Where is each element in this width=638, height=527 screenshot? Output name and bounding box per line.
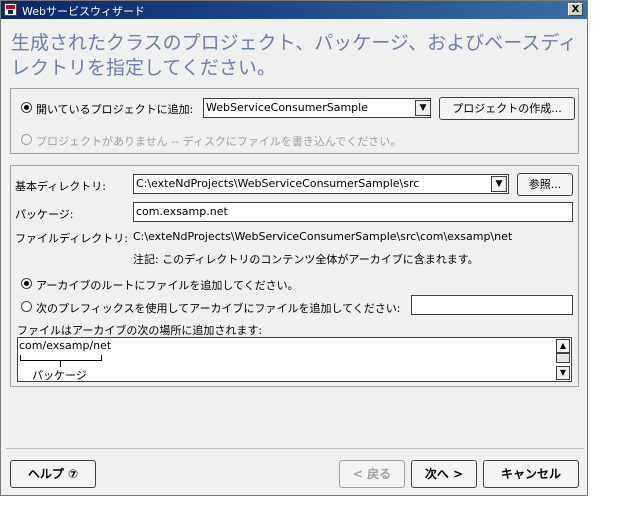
path-bracket: [20, 355, 102, 361]
no-project-radio: [21, 134, 32, 145]
add-open-project-label: 開いているプロジェクトに追加:: [36, 103, 194, 116]
project-dropdown-value: WebServiceConsumerSample: [206, 101, 368, 114]
scroll-thumb[interactable]: [556, 353, 570, 363]
scroll-up-icon[interactable]: ▲: [556, 339, 570, 353]
location-label: ファイルはアーカイブの次の場所に追加されます:: [17, 324, 263, 337]
file-dir-value: C:\exteNdProjects\WebServiceConsumerSamp…: [133, 230, 513, 243]
prefix-label: 次のプレフィックスを使用してアーカイブにファイルを追加してください:: [36, 302, 401, 315]
browse-button[interactable]: 参照...: [517, 173, 573, 196]
package-label: パッケージ:: [15, 208, 74, 221]
title-bar[interactable]: Webサービスウィザード X: [1, 1, 587, 19]
footer-divider: [6, 448, 584, 449]
package-value: com.exsamp.net: [136, 205, 228, 218]
create-project-button[interactable]: プロジェクトの作成...: [439, 97, 575, 120]
base-dir-label: 基本ディレクトリ:: [15, 180, 106, 193]
next-button[interactable]: 次へ >: [411, 460, 477, 488]
project-group: 開いているプロジェクトに追加: WebServiceConsumerSample…: [10, 88, 579, 154]
preview-scrollbar[interactable]: ▲ ▼: [556, 339, 570, 380]
preview-path: com/exsamp/net: [19, 339, 112, 352]
back-button: < 戻る: [339, 460, 405, 488]
base-dir-value: C:\exteNdProjects\WebServiceConsumerSamp…: [136, 177, 420, 190]
prefix-input[interactable]: [411, 295, 573, 315]
base-dir-dropdown[interactable]: C:\exteNdProjects\WebServiceConsumerSamp…: [133, 174, 509, 194]
scroll-down-icon[interactable]: ▼: [556, 366, 570, 380]
no-project-label: プロジェクトがありません -- ディスクにファイルを書き込んでください。: [36, 135, 402, 148]
window-title: Webサービスウィザード: [22, 5, 145, 18]
archive-root-radio[interactable]: [21, 278, 32, 289]
file-dir-label: ファイルディレクトリ:: [15, 232, 128, 245]
chevron-down-icon[interactable]: ▼: [415, 100, 431, 116]
help-button[interactable]: ヘルプ ⑦: [10, 460, 96, 488]
prefix-radio[interactable]: [21, 301, 32, 312]
path-bracket-stem: [60, 360, 61, 367]
note-text: 注記: このディレクトリのコンテンツ全体がアーカイブに含まれます。: [133, 253, 479, 266]
close-button[interactable]: X: [568, 3, 583, 16]
archive-preview[interactable]: com/exsamp/net パッケージ ▲ ▼: [17, 337, 572, 382]
page-heading: 生成されたクラスのプロジェクト、パッケージ、およびベースディレクトリを指定してく…: [11, 32, 578, 79]
archive-root-label: アーカイブのルートにファイルを追加してください。: [36, 279, 299, 292]
project-dropdown[interactable]: WebServiceConsumerSample: [203, 98, 431, 118]
wizard-app-icon: [4, 3, 17, 16]
wizard-window: Webサービスウィザード X 生成されたクラスのプロジェクト、パッケージ、および…: [0, 0, 588, 496]
add-open-project-radio[interactable]: [21, 102, 32, 113]
cancel-button[interactable]: キャンセル: [483, 460, 579, 488]
package-input[interactable]: com.exsamp.net: [133, 202, 573, 222]
chevron-down-icon[interactable]: ▼: [491, 176, 507, 192]
preview-package-label: パッケージ: [32, 369, 87, 382]
